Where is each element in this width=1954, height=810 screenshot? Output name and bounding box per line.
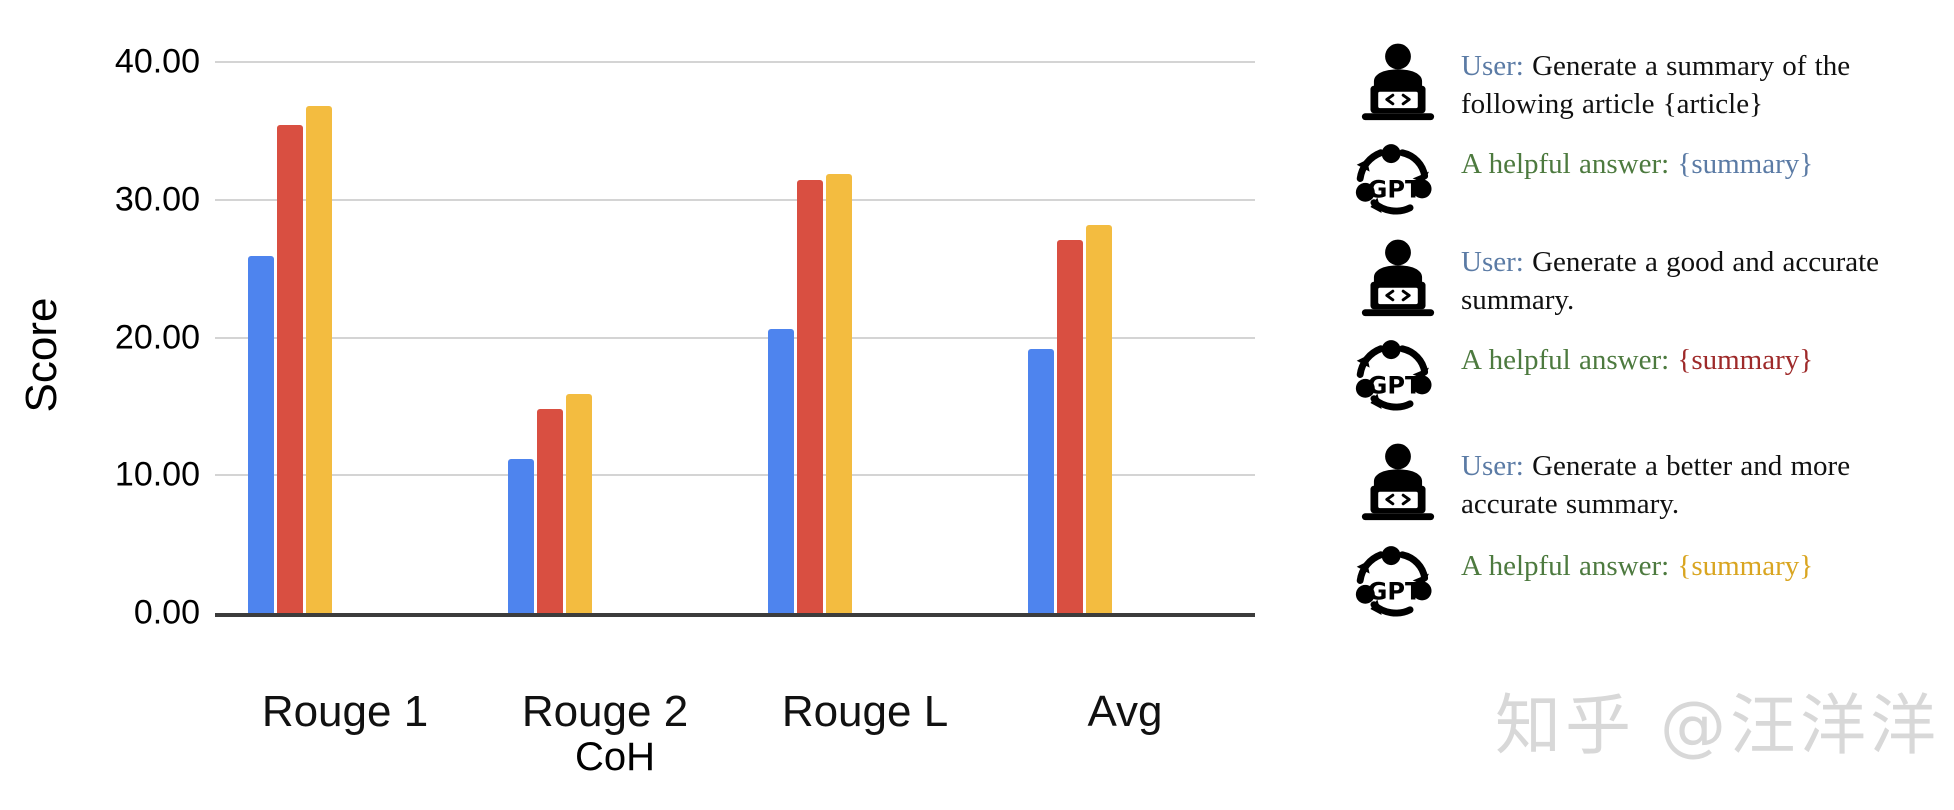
bar [797, 180, 823, 613]
y-axis-tick-label: 40.00 [114, 42, 200, 81]
gpt-cycle-icon [1355, 332, 1441, 424]
conversation-text: User: Generate a better and more accurat… [1461, 438, 1945, 523]
template-slot: {summary} [1677, 344, 1814, 376]
speaker-label: A helpful answer: [1461, 148, 1670, 180]
conversation-text: A helpful answer: {summary} [1461, 332, 1945, 380]
x-axis-category-label: Rouge L [781, 687, 949, 736]
conversation-turn: User: Generate a summary of the followin… [1355, 38, 1945, 130]
bar [826, 173, 852, 613]
bar [277, 125, 303, 613]
bar-chart: Score 0.00 10.00 20.00 30.00 40.00 Rouge 1 Rou… [0, 0, 1290, 810]
gridline [215, 198, 1255, 201]
bar [306, 106, 332, 613]
gpt-cycle-icon [1355, 538, 1441, 630]
speaker-label: User: [1461, 450, 1524, 482]
message-body: Generate a good and accurate summary. [1461, 246, 1880, 316]
bar [537, 409, 563, 613]
conversation-text: User: Generate a good and accurate summa… [1461, 234, 1945, 319]
gpt-cycle-icon [1355, 136, 1441, 228]
bar [248, 256, 274, 613]
conversation-turn: A helpful answer: {summary} [1355, 538, 1945, 630]
conversation-turn: User: Generate a good and accurate summa… [1355, 234, 1945, 326]
axis-baseline [215, 613, 1255, 617]
speaker-label: A helpful answer: [1461, 344, 1670, 376]
y-axis-tick-label: 10.00 [114, 455, 200, 494]
x-axis-category-label: Avg [1087, 687, 1163, 736]
figure-root: Score 0.00 10.00 20.00 30.00 40.00 Rouge 1 Rou… [0, 0, 1954, 810]
conversation-turn: User: Generate a better and more accurat… [1355, 438, 1945, 530]
bar [1057, 239, 1083, 613]
bar [1086, 224, 1112, 613]
template-slot: {summary} [1677, 550, 1814, 582]
bar [1028, 348, 1054, 613]
x-axis-category-label: Rouge 2 [521, 687, 689, 736]
conversation-text: User: Generate a summary of the followin… [1461, 38, 1945, 123]
template-slot: {article} [1662, 87, 1764, 120]
bar [768, 329, 794, 613]
gridline [215, 61, 1255, 63]
conversation-turn: A helpful answer: {summary} [1355, 136, 1945, 228]
conversation-text: A helpful answer: {summary} [1461, 538, 1945, 586]
bar [566, 393, 592, 613]
speaker-label: User: [1461, 50, 1524, 82]
conversation-panel: User: Generate a summary of the followin… [1355, 38, 1945, 798]
speaker-label: A helpful answer: [1461, 550, 1670, 582]
speaker-label: User: [1461, 246, 1524, 278]
y-axis-tick-label: 30.00 [114, 180, 200, 219]
y-axis-tick-label: 0.00 [133, 593, 200, 632]
plot-area: 0.00 10.00 20.00 30.00 40.00 Rouge 1 Rouge 2 Ro… [115, 43, 1255, 736]
conversation-text: A helpful answer: {summary} [1461, 136, 1945, 184]
y-axis-tick-label: 20.00 [114, 318, 200, 356]
x-axis-title: CoH [574, 735, 656, 779]
user-laptop-icon [1355, 438, 1441, 530]
user-laptop-icon [1355, 234, 1441, 326]
conversation-turn: A helpful answer: {summary} [1355, 332, 1945, 424]
template-slot: {summary} [1677, 148, 1814, 180]
x-axis-category-label: Rouge 1 [261, 687, 429, 736]
bar [508, 458, 534, 613]
user-laptop-icon [1355, 38, 1441, 130]
